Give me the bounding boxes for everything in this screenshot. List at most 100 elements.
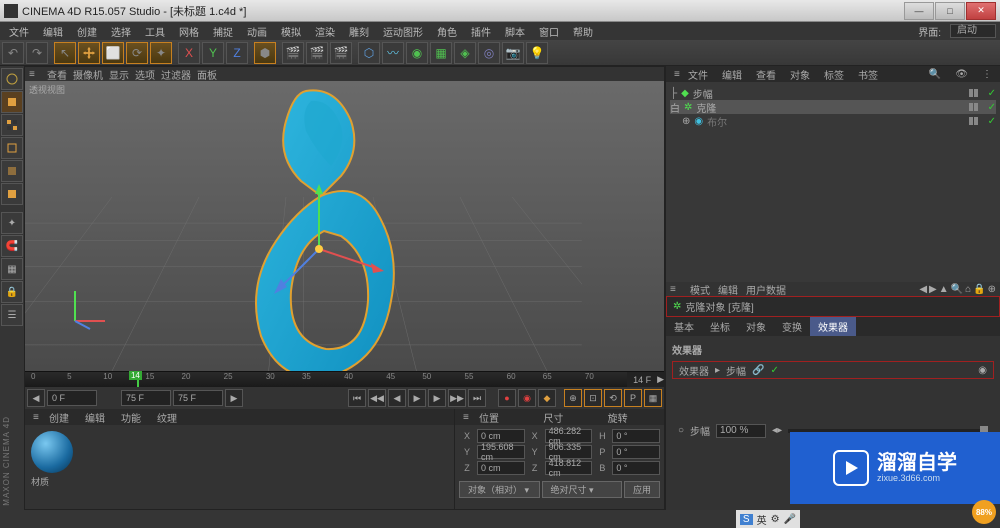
rotate-tool[interactable]: ⟳ <box>126 42 148 64</box>
menu-animate[interactable]: 动画 <box>242 24 272 39</box>
menu-window[interactable]: 窗口 <box>534 24 564 39</box>
size-x[interactable]: 486.282 cm <box>545 429 593 443</box>
pos-x[interactable]: 0 cm <box>477 429 525 443</box>
tree-item-step[interactable]: ├◆步幅 ✓ <box>670 86 996 100</box>
mat-tab-create[interactable]: 创建 <box>41 410 77 425</box>
goto-start[interactable]: ◀ <box>27 389 45 407</box>
menu-simulate[interactable]: 模拟 <box>276 24 306 39</box>
vp-options[interactable]: 选项 <box>135 67 155 82</box>
spline-tool[interactable]: 〰 <box>382 42 404 64</box>
om-bookmarks[interactable]: 书签 <box>852 67 884 82</box>
material-name[interactable]: 材质 <box>31 475 49 488</box>
render-region[interactable]: 🎬 <box>306 42 328 64</box>
timeline-ruler[interactable]: 14 0510152025303540455055606570 14 F ▶ <box>25 371 664 387</box>
pos-z[interactable]: 0 cm <box>477 461 525 475</box>
om-objects[interactable]: 对象 <box>784 67 816 82</box>
apply-button[interactable]: 应用 <box>624 481 660 498</box>
rewind[interactable]: ⏮ <box>348 389 366 407</box>
prev-key[interactable]: ◀◀ <box>368 389 386 407</box>
render-settings[interactable]: 🎬 <box>330 42 352 64</box>
attr-edit[interactable]: 编辑 <box>718 282 738 297</box>
menu-character[interactable]: 角色 <box>432 24 462 39</box>
workplane[interactable]: ▦ <box>1 258 23 280</box>
menu-tools[interactable]: 工具 <box>140 24 170 39</box>
layers-button[interactable]: ☰ <box>1 304 23 326</box>
coord-mode2[interactable]: 绝对尺寸 ▾ <box>542 481 623 498</box>
menu-mesh[interactable]: 网格 <box>174 24 204 39</box>
point-mode[interactable] <box>1 137 23 159</box>
move-tool[interactable] <box>78 42 100 64</box>
search-icon[interactable]: 🔍 <box>923 69 947 80</box>
vp-camera[interactable]: 摄像机 <box>73 67 103 82</box>
rot-p[interactable]: 0 ° <box>612 445 660 459</box>
record-button[interactable]: ● <box>498 389 516 407</box>
next-frame[interactable]: ▶ <box>428 389 446 407</box>
key-param[interactable]: P <box>624 389 642 407</box>
effector-list[interactable]: 效果器▸ 步幅 🔗 ✓ ◉ <box>672 361 994 379</box>
om-tags[interactable]: 标签 <box>818 67 850 82</box>
close-button[interactable]: ✕ <box>966 2 996 20</box>
prev-frame[interactable]: ◀ <box>388 389 406 407</box>
start-frame[interactable]: 0 F <box>47 390 97 406</box>
key-rot[interactable]: ⟲ <box>604 389 622 407</box>
om-view[interactable]: 查看 <box>750 67 782 82</box>
array-tool[interactable]: ▦ <box>430 42 452 64</box>
menu-create[interactable]: 创建 <box>72 24 102 39</box>
object-tree[interactable]: ├◆步幅 ✓ 白✲克隆 ✓ ⊕◉布尔 ✓ <box>666 82 1000 282</box>
menu-mograph[interactable]: 运动图形 <box>378 24 428 39</box>
menu-plugins[interactable]: 插件 <box>466 24 496 39</box>
next-key[interactable]: ▶▶ <box>448 389 466 407</box>
lock-toggle[interactable]: 🔒 <box>1 281 23 303</box>
range-end[interactable]: 75 F <box>121 390 171 406</box>
move-gizmo[interactable] <box>249 179 389 319</box>
tree-item-cloner[interactable]: 白✲克隆 ✓ <box>670 100 996 114</box>
attr-tab-effector[interactable]: 效果器 <box>810 317 856 336</box>
light-tool[interactable]: 💡 <box>526 42 548 64</box>
menu-render[interactable]: 渲染 <box>310 24 340 39</box>
nurbs-tool[interactable]: ◉ <box>406 42 428 64</box>
ime-indicator[interactable]: S 英⚙🎤 <box>736 510 800 528</box>
om-edit[interactable]: 编辑 <box>716 67 748 82</box>
edge-mode[interactable] <box>1 160 23 182</box>
menu-help[interactable]: 帮助 <box>568 24 598 39</box>
maximize-button[interactable]: □ <box>935 2 965 20</box>
step-value[interactable]: 100 % <box>716 424 766 438</box>
eye-icon[interactable]: 👁 <box>949 69 974 80</box>
model-mode[interactable] <box>1 91 23 113</box>
axis-mode[interactable]: ✦ <box>1 212 23 234</box>
mat-tab-tex[interactable]: 纹理 <box>149 410 185 425</box>
vp-filter[interactable]: 过滤器 <box>161 67 191 82</box>
cube-primitive[interactable]: ⬡ <box>358 42 380 64</box>
environment[interactable]: ◎ <box>478 42 500 64</box>
key-scale[interactable]: ⊡ <box>584 389 602 407</box>
texture-mode[interactable] <box>1 114 23 136</box>
viewport-canvas[interactable]: 透视视图 <box>25 81 664 371</box>
tree-item-boole[interactable]: ⊕◉布尔 ✓ <box>670 114 996 128</box>
menu-edit[interactable]: 编辑 <box>38 24 68 39</box>
x-axis-lock[interactable]: X <box>178 42 200 64</box>
attr-tab-transform[interactable]: 变换 <box>774 317 810 336</box>
last-tool[interactable]: ✦ <box>150 42 172 64</box>
render-view[interactable]: 🎬 <box>282 42 304 64</box>
vp-view[interactable]: 查看 <box>47 67 67 82</box>
y-axis-lock[interactable]: Y <box>202 42 224 64</box>
material-preview[interactable] <box>31 431 73 473</box>
attr-mode[interactable]: 模式 <box>690 282 710 297</box>
rot-b[interactable]: 0 ° <box>612 461 660 475</box>
redo-button[interactable]: ↷ <box>26 42 48 64</box>
vp-display[interactable]: 显示 <box>109 67 129 82</box>
coord-mode1[interactable]: 对象（相对） ▾ <box>459 481 540 498</box>
menu-select[interactable]: 选择 <box>106 24 136 39</box>
undo-button[interactable]: ↶ <box>2 42 24 64</box>
layout-dropdown[interactable]: 启动 <box>950 24 996 38</box>
mat-tab-edit[interactable]: 编辑 <box>77 410 113 425</box>
polygon-mode[interactable] <box>1 183 23 205</box>
mat-tab-func[interactable]: 功能 <box>113 410 149 425</box>
camera-tool[interactable]: 📷 <box>502 42 524 64</box>
rot-h[interactable]: 0 ° <box>612 429 660 443</box>
pos-y[interactable]: 195.608 cm <box>477 445 525 459</box>
attr-tab-coord[interactable]: 坐标 <box>702 317 738 336</box>
deformer-tool[interactable]: ◈ <box>454 42 476 64</box>
menu-script[interactable]: 脚本 <box>500 24 530 39</box>
attr-userdata[interactable]: 用户数据 <box>746 282 786 297</box>
